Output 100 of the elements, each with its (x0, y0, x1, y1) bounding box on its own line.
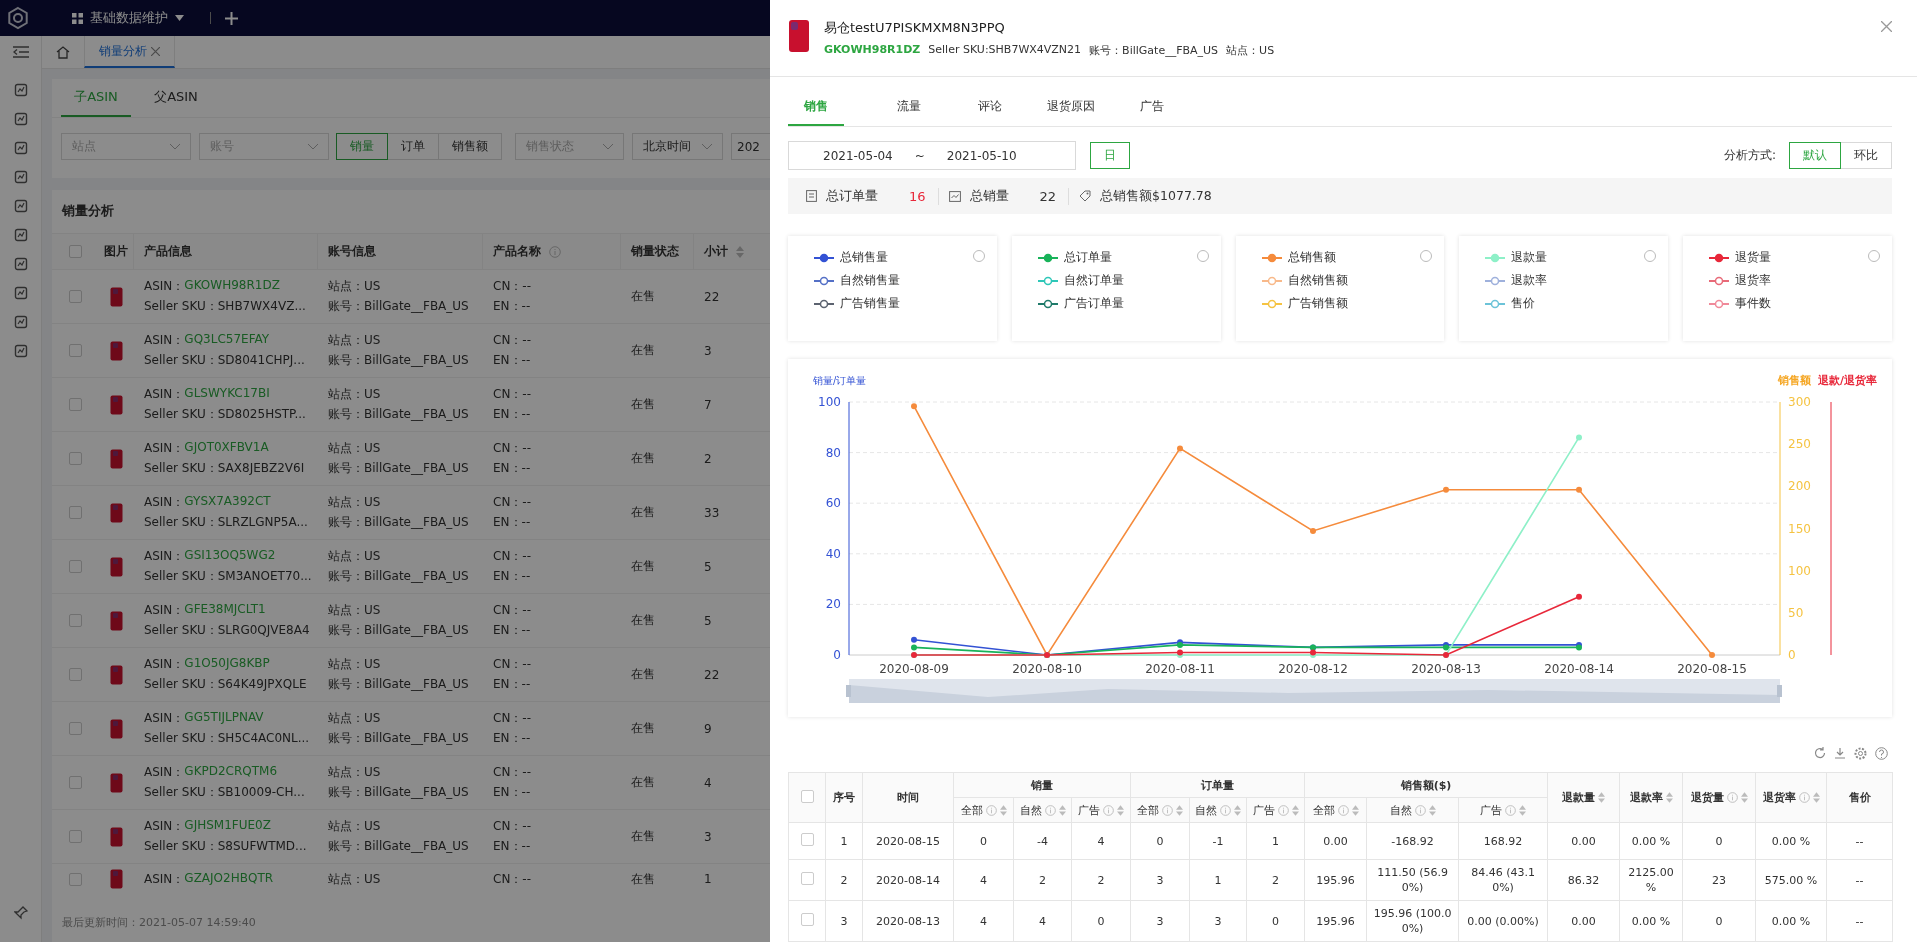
legend-label[interactable]: 事件数 (1735, 296, 1772, 311)
legend-label[interactable]: 退款量 (1511, 250, 1548, 265)
checkbox[interactable] (68, 776, 82, 789)
tab[interactable]: 广告 (1111, 88, 1192, 126)
tab[interactable]: 评论 (949, 88, 1030, 126)
plus-icon[interactable] (225, 11, 238, 25)
sub-tab[interactable]: 父ASIN (141, 79, 211, 117)
seller-sku: Seller SKU：S8SUFWTMD... (144, 838, 308, 855)
legend-label[interactable]: 自然订单量 (1063, 273, 1124, 288)
sort-icon[interactable] (1598, 792, 1606, 803)
sort-icon[interactable] (1740, 792, 1748, 803)
checkbox[interactable] (68, 344, 82, 357)
checkbox[interactable] (68, 560, 82, 573)
checkbox[interactable] (68, 614, 82, 627)
sort-icon[interactable] (1351, 804, 1359, 816)
checkbox[interactable] (68, 398, 82, 411)
table-cell: -- (1826, 900, 1893, 942)
sort-icon[interactable] (1812, 792, 1820, 803)
total-text: 4 (704, 775, 712, 790)
data-point (911, 403, 917, 410)
product-name-en: EN：-- (493, 406, 532, 423)
column-header[interactable]: 广告 (1458, 797, 1548, 823)
column-group-header: 销售额($) (1304, 772, 1548, 798)
tab[interactable]: 流量 (868, 88, 949, 126)
checkbox[interactable] (68, 290, 82, 303)
product-name-en: EN：-- (493, 730, 532, 747)
column-header[interactable]: 退货量 (1682, 772, 1756, 823)
product-thumbnail-icon (109, 448, 123, 469)
total-text: 1 (704, 872, 712, 886)
sort-icon[interactable] (999, 804, 1007, 816)
pin-icon[interactable] (13, 906, 28, 920)
mode-button[interactable]: 环比 (1840, 142, 1892, 169)
field-label: ASIN： (144, 548, 185, 565)
sort-icon[interactable] (1176, 804, 1183, 816)
summary-label: 总销售额$1077.78 (1100, 187, 1212, 205)
refresh-icon[interactable] (1814, 747, 1826, 759)
collapse-menu-icon[interactable] (12, 46, 29, 58)
column-header[interactable]: 自然 (1366, 797, 1459, 823)
sort-icon[interactable] (1234, 804, 1241, 816)
legend-label[interactable]: 总销售额 (1287, 250, 1336, 265)
checkbox[interactable] (800, 912, 814, 926)
metric-button[interactable]: 销售额 (438, 133, 502, 160)
sort-icon[interactable] (1058, 804, 1066, 816)
module-menu[interactable]: 基础数据维护 (72, 9, 184, 27)
total-text: 9 (704, 721, 712, 736)
sort-icon[interactable] (1117, 804, 1124, 816)
sort-icon[interactable] (1428, 804, 1436, 816)
zoom-slider[interactable] (846, 679, 1782, 703)
legend-label[interactable]: 广告订单量 (1063, 296, 1124, 311)
sort-icon[interactable] (1519, 804, 1527, 816)
product-name-en: EN：-- (493, 568, 532, 585)
field-label: ASIN： (144, 870, 185, 888)
tick-label: 50 (1788, 605, 1804, 620)
checkbox[interactable] (800, 832, 814, 846)
table-cell: -1 (1189, 822, 1247, 860)
chevron-down-icon (603, 143, 613, 150)
checkbox[interactable] (68, 722, 82, 735)
status-text: 在售 (631, 451, 655, 465)
site-text: 站点：US (328, 278, 382, 295)
legend-label[interactable]: 退货率 (1735, 273, 1772, 288)
checkbox[interactable] (68, 668, 82, 681)
sort-icon[interactable] (736, 245, 744, 258)
checkbox[interactable] (68, 245, 82, 258)
checkbox[interactable] (68, 830, 82, 843)
checkbox[interactable] (68, 452, 82, 465)
tab[interactable]: 退货原因 (1030, 88, 1111, 126)
sort-icon[interactable] (1665, 792, 1673, 803)
logo-icon (6, 6, 30, 30)
legend-label[interactable]: 售价 (1511, 296, 1536, 311)
legend-label[interactable]: 自然销售额 (1287, 273, 1348, 288)
help-icon[interactable] (1875, 747, 1888, 760)
date-range-field[interactable]: 2021-05-04 ~ 2021-05-10 (788, 141, 1076, 170)
column-header[interactable]: 退货率 (1755, 772, 1827, 823)
close-icon[interactable] (1881, 21, 1892, 32)
table-cell: 2020-08-14 (862, 859, 954, 901)
checkbox[interactable] (68, 872, 82, 886)
home-icon[interactable] (56, 45, 70, 59)
status-text: 在售 (631, 871, 655, 886)
legend-label[interactable]: 总订单量 (1063, 250, 1112, 265)
checkbox[interactable] (800, 871, 814, 885)
tick-label: 100 (818, 395, 841, 409)
timezone-select[interactable]: 北京时间 (632, 133, 723, 160)
product-title: 易仓testU7PISKMXM8N3PPQ (824, 19, 1006, 37)
legend-label[interactable]: 退货量 (1735, 250, 1772, 265)
table-cell: 2020-08-15 (862, 822, 954, 860)
column-header[interactable]: 退款率 (1619, 772, 1683, 823)
table-cell: 195.96 (1304, 859, 1367, 901)
checkbox[interactable] (68, 506, 82, 519)
legend-label[interactable]: 自然销售量 (840, 273, 900, 288)
close-icon[interactable] (151, 46, 160, 56)
legend-label[interactable]: 退款率 (1511, 273, 1548, 288)
sort-icon[interactable] (1291, 804, 1299, 816)
checkbox[interactable] (800, 789, 814, 803)
download-icon[interactable] (1834, 747, 1846, 759)
legend-label[interactable]: 广告销售额 (1287, 296, 1348, 311)
chevron-down-icon (170, 143, 180, 150)
legend-label[interactable]: 广告销售量 (840, 296, 900, 311)
column-header[interactable]: 退款量 (1547, 772, 1620, 823)
metric-button[interactable]: 订单 (387, 133, 439, 160)
legend-label[interactable]: 总销售量 (840, 250, 888, 265)
